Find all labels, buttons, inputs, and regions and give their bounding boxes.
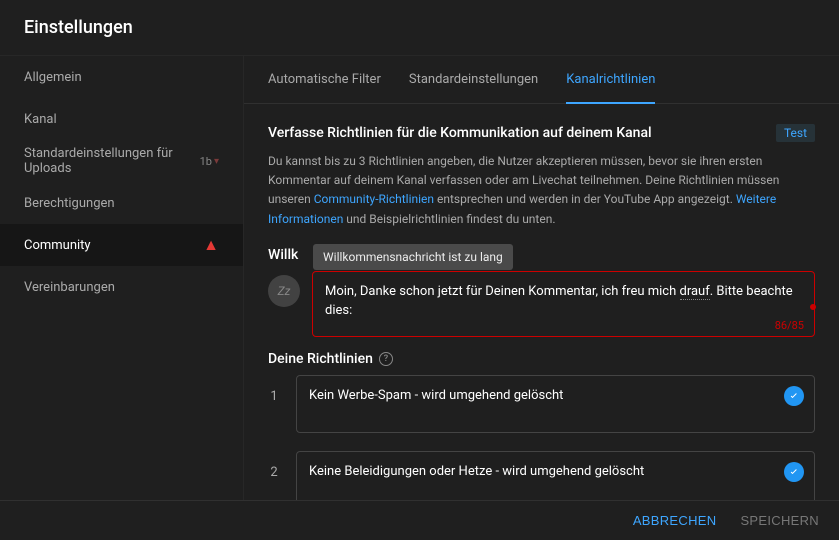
- guideline-number: 1: [268, 375, 280, 404]
- dialog-title: Einstellungen: [24, 17, 133, 38]
- chevron-down-icon: ▾: [214, 156, 219, 167]
- section-description: Du kannst bis zu 3 Richtlinien angeben, …: [268, 152, 815, 229]
- sidebar-item-label: Standardeinstellungen für Uploads: [24, 146, 194, 176]
- check-icon: [784, 462, 804, 482]
- save-button[interactable]: SPEICHERN: [740, 513, 819, 528]
- welcome-message-input[interactable]: Willkommensnachricht ist zu lang Moin, D…: [312, 271, 815, 337]
- guidelines-title: Deine Richtlinien ?: [268, 351, 815, 367]
- sidebar: Allgemein Kanal Standardeinstellungen fü…: [0, 56, 244, 500]
- section-title: Verfasse Richtlinien für die Kommunikati…: [268, 125, 652, 141]
- dialog-header: Einstellungen: [0, 0, 839, 56]
- sidebar-item-label: Berechtigungen: [24, 196, 219, 211]
- warning-icon: ▲: [203, 235, 219, 255]
- main-panel: Automatische Filter Standardeinstellunge…: [244, 56, 839, 500]
- test-button[interactable]: Test: [776, 124, 815, 142]
- help-icon[interactable]: ?: [379, 352, 393, 366]
- guideline-input-2[interactable]: Keine Beleidigungen oder Hetze - wird um…: [296, 451, 815, 500]
- sidebar-item-general[interactable]: Allgemein: [0, 56, 243, 98]
- error-tooltip: Willkommensnachricht ist zu lang: [313, 244, 513, 270]
- sidebar-item-label: Kanal: [24, 112, 219, 127]
- check-icon: [784, 386, 804, 406]
- tab-channel-guidelines[interactable]: Kanalrichtlinien: [566, 56, 655, 104]
- upload-badge: 1b ▾: [200, 155, 219, 168]
- sidebar-item-upload-defaults[interactable]: Standardeinstellungen für Uploads 1b ▾: [0, 140, 243, 182]
- sidebar-item-label: Community: [24, 238, 199, 253]
- guideline-number: 2: [268, 451, 280, 480]
- dialog-footer: ABBRECHEN SPEICHERN: [0, 500, 839, 540]
- sidebar-item-channel[interactable]: Kanal: [0, 98, 243, 140]
- guideline-row: 2 Keine Beleidigungen oder Hetze - wird …: [268, 451, 815, 500]
- sidebar-item-agreements[interactable]: Vereinbarungen: [0, 266, 243, 308]
- guideline-row: 1 Kein Werbe-Spam - wird umgehend gelösc…: [268, 375, 815, 433]
- guideline-input-1[interactable]: Kein Werbe-Spam - wird umgehend gelöscht: [296, 375, 815, 433]
- tab-defaults[interactable]: Standardeinstellungen: [409, 56, 538, 104]
- tab-bar: Automatische Filter Standardeinstellunge…: [244, 56, 839, 104]
- sidebar-item-label: Vereinbarungen: [24, 280, 219, 295]
- char-counter: 86/85: [775, 319, 804, 332]
- sidebar-item-community[interactable]: Community ▲: [0, 224, 243, 266]
- tab-auto-filters[interactable]: Automatische Filter: [268, 56, 381, 104]
- error-dot-icon: [810, 304, 816, 310]
- sidebar-item-label: Allgemein: [24, 70, 219, 85]
- sidebar-item-permissions[interactable]: Berechtigungen: [0, 182, 243, 224]
- community-guidelines-link[interactable]: Community-Richtlinien: [314, 192, 434, 206]
- avatar: Zz: [268, 275, 300, 307]
- cancel-button[interactable]: ABBRECHEN: [633, 513, 717, 528]
- welcome-message-text: Moin, Danke schon jetzt für Deinen Komme…: [325, 282, 802, 321]
